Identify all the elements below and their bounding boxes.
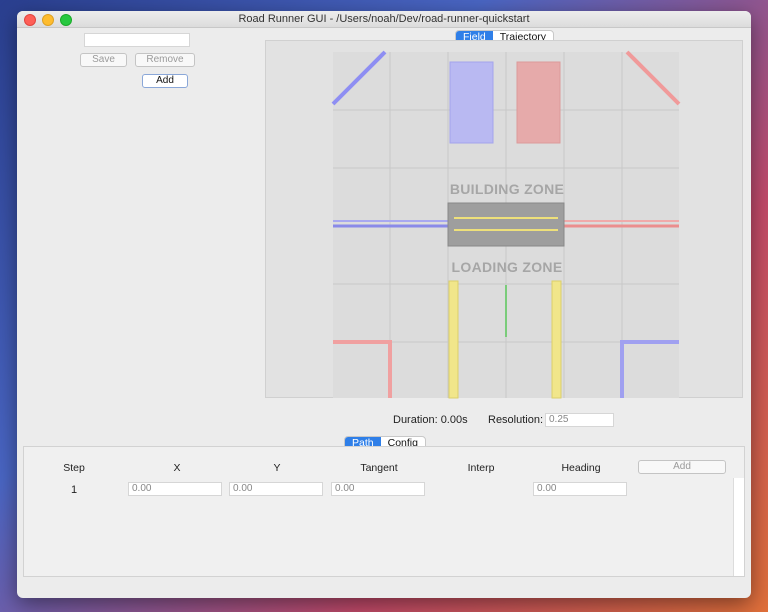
yellow-stone-column <box>551 280 562 399</box>
heading-input[interactable]: 0.00 <box>533 482 627 496</box>
close-window-icon[interactable] <box>24 14 36 26</box>
skybridge <box>447 202 565 247</box>
duration-text: Duration: 0.00s <box>393 414 468 426</box>
column-header-interp: Interp <box>467 462 495 474</box>
yellow-stone-column <box>448 280 459 399</box>
zoom-window-icon[interactable] <box>60 14 72 26</box>
column-header-tangent: Tangent <box>360 462 398 474</box>
field-panel: BUILDING ZONE LOADING ZONE <box>265 40 743 399</box>
step-cell: 1 <box>70 484 78 496</box>
app-window: Road Runner GUI - /Users/noah/Dev/road-r… <box>17 11 751 598</box>
x-input[interactable]: 0.00 <box>128 482 222 496</box>
path-name-input[interactable] <box>84 33 190 47</box>
save-button[interactable]: Save <box>80 53 127 67</box>
title-bar: Road Runner GUI - /Users/noah/Dev/road-r… <box>17 11 751 28</box>
y-input[interactable]: 0.00 <box>229 482 323 496</box>
add-waypoint-button[interactable]: Add <box>638 460 726 474</box>
column-header-x: X <box>173 462 181 474</box>
resolution-label: Resolution: <box>488 414 544 426</box>
window-title: Road Runner GUI - /Users/noah/Dev/road-r… <box>238 13 530 25</box>
field-view <box>331 50 681 399</box>
resolution-input[interactable]: 0.25 <box>545 413 614 427</box>
column-header-y: Y <box>273 462 281 474</box>
red-foundation <box>516 61 561 144</box>
column-header-heading: Heading <box>561 462 601 474</box>
remove-button[interactable]: Remove <box>135 53 195 67</box>
blue-foundation <box>449 61 494 144</box>
table-scrollbar[interactable] <box>733 478 744 576</box>
building-zone-label: BUILDING ZONE <box>449 181 565 197</box>
minimize-window-icon[interactable] <box>42 14 54 26</box>
column-header-step: Step <box>63 462 85 474</box>
window-controls <box>24 14 72 26</box>
loading-zone-label: LOADING ZONE <box>451 259 563 275</box>
add-path-button[interactable]: Add <box>142 74 188 88</box>
tangent-input[interactable]: 0.00 <box>331 482 425 496</box>
